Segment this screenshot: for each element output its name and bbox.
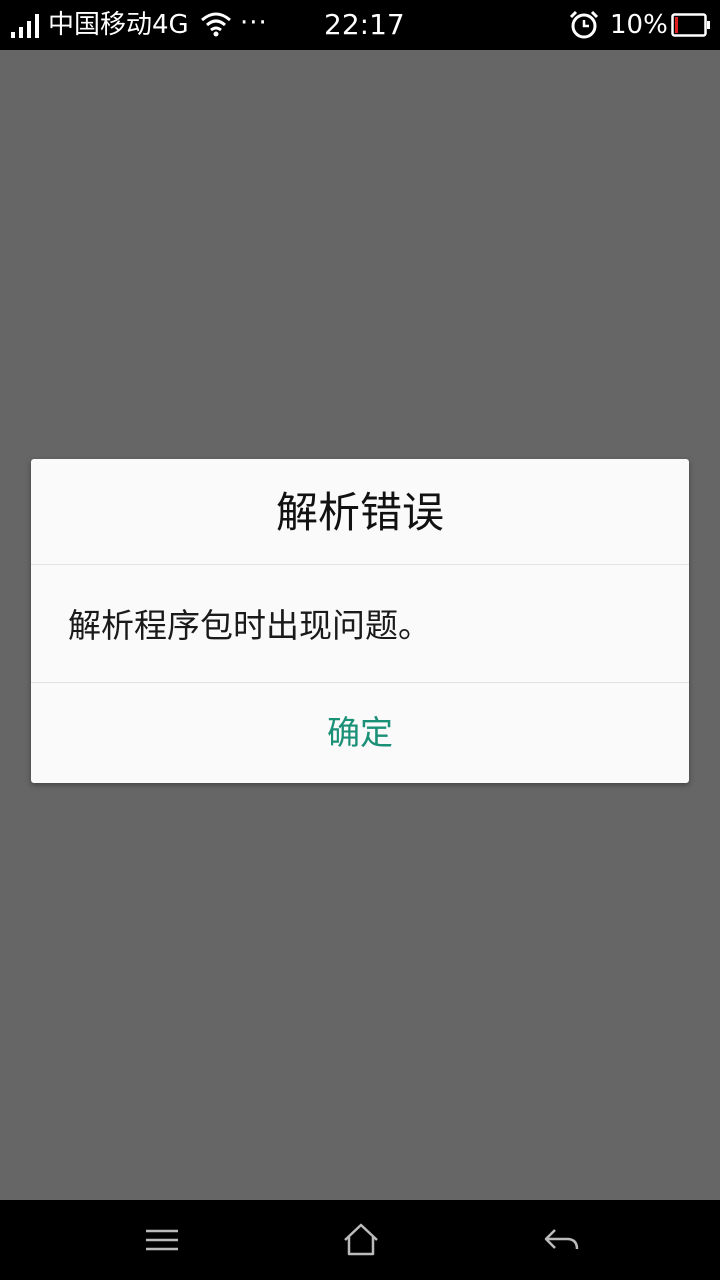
signal-icon: [11, 14, 39, 38]
dialog-title: 解析错误: [31, 459, 689, 565]
more-icon: ···: [240, 8, 268, 38]
screen: 中国移动4G ··· 22:17 10% 解析错误 解析程序包时出现问题。 确定: [0, 0, 720, 1280]
parse-error-dialog: 解析错误 解析程序包时出现问题。 确定: [31, 459, 689, 783]
navigation-bar: [0, 1200, 720, 1280]
wifi-icon: [201, 12, 231, 37]
home-icon[interactable]: [339, 1218, 383, 1262]
dialog-message: 解析程序包时出现问题。: [31, 565, 689, 683]
confirm-button[interactable]: 确定: [31, 683, 689, 783]
status-bar: 中国移动4G ··· 22:17 10%: [0, 0, 720, 50]
battery-icon: [671, 13, 710, 37]
back-icon[interactable]: [539, 1218, 583, 1262]
carrier-name: 中国移动4G: [48, 10, 189, 40]
menu-icon[interactable]: [140, 1218, 184, 1262]
alarm-icon: [569, 10, 599, 39]
clock-time: 22:17: [324, 8, 405, 41]
battery-percent: 10%: [610, 10, 668, 40]
